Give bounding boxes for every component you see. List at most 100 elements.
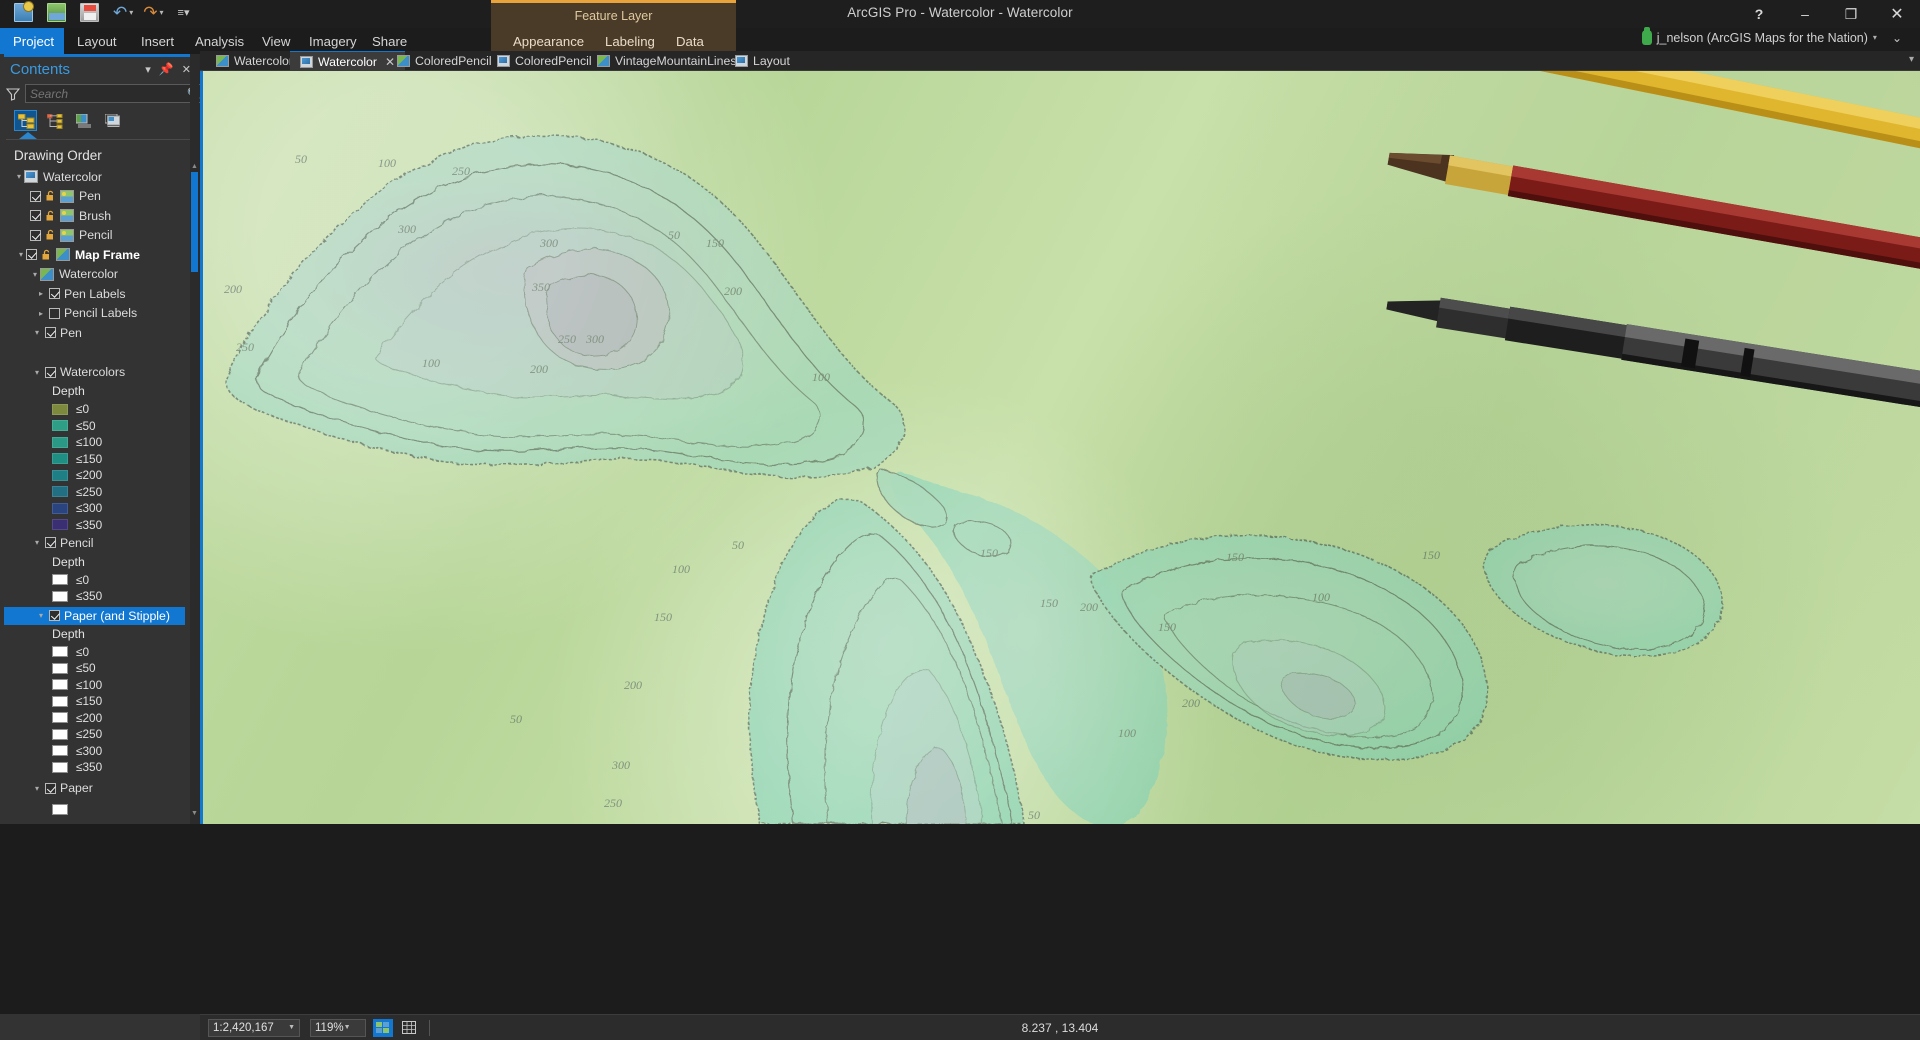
expander-icon[interactable] [32, 538, 42, 547]
minimize-button[interactable]: – [1782, 0, 1828, 28]
legend-class[interactable]: ≤350 [0, 517, 199, 534]
zoom-level-selector[interactable]: 119% ▼ [310, 1019, 366, 1037]
view-tab-vintagemountainlines[interactable]: VintageMountainLines [587, 51, 746, 71]
account-info[interactable]: j_nelson (ArcGIS Maps for the Nation) ▾ … [1642, 30, 1902, 45]
map-canvas[interactable]: 50100250 30050150 300350200 200250250 30… [200, 71, 1920, 824]
legend-class[interactable]: ≤0 [0, 401, 199, 418]
checkbox[interactable] [30, 191, 41, 202]
legend-class[interactable]: ≤300 [0, 743, 199, 760]
chevron-down-icon[interactable]: ▼ [344, 1024, 351, 1031]
list-by-selection-button[interactable] [72, 110, 95, 131]
color-swatch [52, 519, 68, 530]
tree-item-watercolor-map[interactable]: Watercolor [0, 265, 199, 285]
legend-class[interactable]: ≤100 [0, 677, 199, 694]
scrollbar-thumb[interactable] [191, 172, 198, 272]
tree-item-brush-image[interactable]: Brush [0, 206, 199, 226]
map-view[interactable]: 50100250 30050150 300350200 200250250 30… [200, 71, 1920, 824]
contents-scrollbar[interactable]: ▲ ▼ [190, 54, 199, 824]
expander-icon[interactable] [36, 611, 46, 620]
legend-class[interactable]: ≤0 [0, 644, 199, 661]
tree-item-map-frame[interactable]: Map Frame [0, 245, 199, 265]
scroll-down-icon[interactable]: ▼ [191, 809, 198, 818]
expander-icon[interactable] [32, 368, 42, 377]
close-button[interactable]: ✕ [1874, 0, 1920, 28]
pin-icon[interactable]: 📌 [155, 62, 178, 76]
view-tab-layout[interactable]: Layout [725, 51, 800, 71]
panel-menu-icon[interactable]: ▾ [141, 63, 155, 76]
expander-icon[interactable] [30, 270, 40, 279]
legend-class[interactable]: ≤50 [0, 660, 199, 677]
view-tab-coloredpencil-map[interactable]: ColoredPencil [387, 51, 502, 71]
list-by-snapping-button[interactable] [101, 110, 124, 131]
legend-class[interactable]: ≤250 [0, 484, 199, 501]
tree-item-watercolors[interactable]: Watercolors [0, 363, 199, 383]
ribbon-tab-project[interactable]: Project [0, 28, 64, 54]
checkbox[interactable] [45, 783, 56, 794]
tree-item-paper-and-stipple[interactable]: Paper (and Stipple) [4, 607, 185, 625]
restore-button[interactable]: ❐ [1828, 0, 1874, 28]
tree-item-pen-labels[interactable]: Pen Labels [0, 284, 199, 304]
expander-icon[interactable] [36, 289, 46, 298]
tree-item-watercolor-root[interactable]: Watercolor [0, 167, 199, 187]
account-caret-icon[interactable]: ▾ [1873, 33, 1877, 42]
checkbox[interactable] [26, 249, 37, 260]
unlock-icon[interactable] [41, 249, 53, 261]
checkbox[interactable] [45, 367, 56, 378]
tree-item-pen-image[interactable]: Pen [0, 187, 199, 207]
expander-icon[interactable] [16, 250, 26, 259]
checkbox[interactable] [49, 288, 60, 299]
scroll-up-icon[interactable]: ▲ [191, 162, 198, 171]
legend-class[interactable]: ≤0 [0, 572, 199, 589]
legend-class[interactable]: ≤250 [0, 726, 199, 743]
tree-item-pencil-image[interactable]: Pencil [0, 226, 199, 246]
legend-class[interactable]: ≤200 [0, 710, 199, 727]
tree-item-label: Paper (and Stipple) [64, 609, 170, 623]
tree-item-paper[interactable]: Paper [0, 779, 199, 799]
tree-item-pen-layer[interactable]: Pen [0, 323, 199, 343]
color-swatch [52, 404, 68, 415]
checkbox[interactable] [49, 610, 60, 621]
legend-class-label: ≤250 [76, 485, 102, 499]
help-button[interactable]: ? [1736, 0, 1782, 28]
view-tab-coloredpencil-layout[interactable]: ColoredPencil [487, 51, 602, 71]
checkbox[interactable] [30, 230, 41, 241]
legend-class[interactable]: ≤300 [0, 500, 199, 517]
legend-class[interactable]: ≤100 [0, 434, 199, 451]
legend-class[interactable]: ≤150 [0, 693, 199, 710]
ribbon-collapse-icon[interactable]: ⌄ [1892, 31, 1902, 45]
tree-item-pencil-labels[interactable]: Pencil Labels [0, 304, 199, 324]
legend-class[interactable]: ≤350 [0, 759, 199, 776]
expander-icon[interactable] [32, 328, 42, 337]
unlock-icon[interactable] [45, 210, 57, 222]
checkbox[interactable] [30, 210, 41, 221]
unlock-icon[interactable] [45, 190, 57, 202]
filter-icon[interactable] [6, 87, 20, 101]
ribbon-tab-layout[interactable]: Layout [64, 28, 130, 54]
ribbon-tab-insert[interactable]: Insert [128, 28, 187, 54]
tree-item-pencil-group[interactable]: Pencil [0, 533, 199, 553]
list-by-drawing-order-button[interactable] [14, 110, 37, 131]
legend-class[interactable]: ≤350 [0, 588, 199, 605]
view-tabs-overflow-icon[interactable]: ▾ [1909, 54, 1914, 65]
svg-text:250: 250 [236, 340, 254, 354]
search-input-wrapper[interactable]: 🔍 [25, 84, 206, 103]
legend-class[interactable]: ≤150 [0, 451, 199, 468]
unlock-icon[interactable] [45, 229, 57, 241]
checkbox[interactable] [49, 308, 60, 319]
svg-text:250: 250 [452, 164, 470, 178]
checkbox[interactable] [45, 327, 56, 338]
search-input[interactable] [30, 87, 187, 101]
grid-icon[interactable] [400, 1019, 420, 1037]
legend-class[interactable] [0, 801, 199, 818]
list-by-data-source-button[interactable] [43, 110, 66, 131]
expander-icon[interactable] [32, 784, 42, 793]
map-scale-selector[interactable]: 1:2,420,167 ▼ [208, 1019, 300, 1037]
expander-icon[interactable] [36, 309, 46, 318]
chevron-down-icon[interactable]: ▼ [288, 1024, 295, 1031]
checkbox[interactable] [45, 537, 56, 548]
view-tab-watercolor-map[interactable]: Watercolor [206, 51, 303, 71]
legend-class[interactable]: ≤200 [0, 467, 199, 484]
expander-icon[interactable] [14, 172, 24, 181]
selection-tool-icon[interactable] [373, 1019, 393, 1037]
legend-class[interactable]: ≤50 [0, 418, 199, 435]
